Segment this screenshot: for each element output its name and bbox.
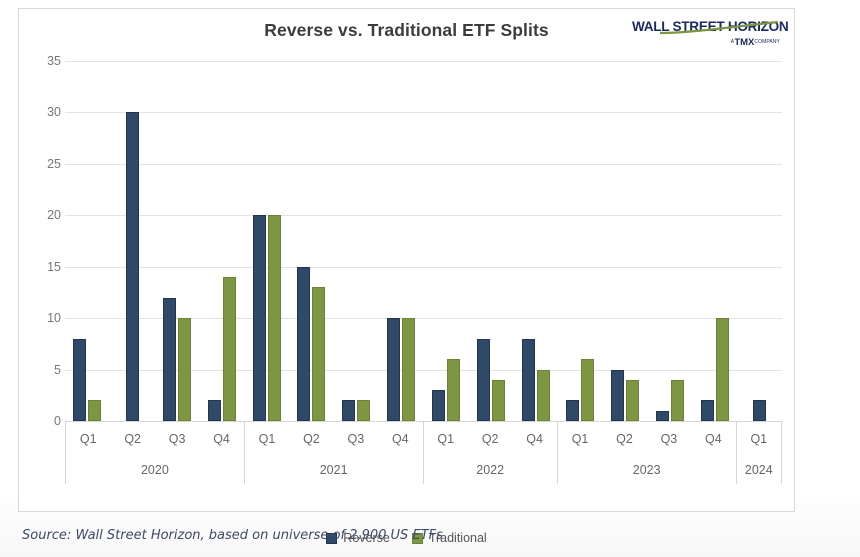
quarter-label: Q3 xyxy=(660,431,678,446)
bar-group xyxy=(110,61,155,421)
y-axis-tick-label: 25 xyxy=(47,156,61,171)
bar-reverse xyxy=(252,215,266,421)
quarter-label: Q1 xyxy=(258,431,276,446)
bar-traditional xyxy=(670,379,684,421)
y-axis-tick-label: 10 xyxy=(47,311,61,326)
bar-reverse xyxy=(342,400,356,421)
plot-wrapper: 0 5 10 15 20 25 30 35 Q1 Q2 Q3 Q4 2020 Q1 Q2 Q3 Q4 2021 Q… xyxy=(19,53,794,545)
quarter-label-row: Q1 xyxy=(737,422,781,455)
quarter-label: Q1 xyxy=(437,431,455,446)
quarter-label: Q1 xyxy=(79,431,97,446)
bar-traditional xyxy=(178,318,192,421)
year-label: 2023 xyxy=(632,462,661,477)
bar-reverse xyxy=(611,369,625,421)
y-axis-tick-label: 5 xyxy=(54,362,61,377)
year-group: Q1 2024 xyxy=(737,422,782,484)
bar-reverse xyxy=(521,338,535,421)
quarter-label-row: Q1 Q2 Q3 Q4 xyxy=(245,422,423,455)
year-label: 2020 xyxy=(140,462,169,477)
source-note: Source: Wall Street Horizon, based on un… xyxy=(22,528,443,543)
logo-tmx-suffix: COMPANY xyxy=(754,39,780,45)
bar-traditional xyxy=(222,277,236,421)
quarter-label-row: Q1 Q2 Q3 Q4 xyxy=(558,422,736,455)
bar-reverse xyxy=(297,266,311,421)
quarter-label: Q2 xyxy=(616,431,633,446)
quarter-label: Q2 xyxy=(303,431,320,446)
bar-reverse xyxy=(207,400,221,421)
quarter-label: Q4 xyxy=(526,431,543,446)
bar-reverse xyxy=(655,410,669,421)
quarter-label-row: Q1 Q2 Q4 xyxy=(424,422,557,455)
bar-group xyxy=(513,61,558,421)
logo-tmx-main: TMX xyxy=(734,37,755,48)
bar-reverse xyxy=(387,318,401,421)
y-axis-tick-label: 35 xyxy=(47,54,61,68)
quarter-label: Q2 xyxy=(124,431,141,446)
bar-traditional xyxy=(312,287,326,421)
quarter-label: Q1 xyxy=(571,431,589,446)
logo-tmx-tagline: ATMXCOMPANY xyxy=(731,37,780,48)
bar-group xyxy=(244,61,289,421)
plot-area xyxy=(65,61,782,422)
bar-traditional xyxy=(715,318,729,421)
bar-reverse xyxy=(753,400,767,421)
year-label: 2024 xyxy=(744,462,773,477)
quarter-label-row: Q1 Q2 Q3 Q4 xyxy=(66,422,244,455)
bar-group xyxy=(379,61,424,421)
quarter-label: Q3 xyxy=(168,431,186,446)
category-axis: Q1 Q2 Q3 Q4 2020 Q1 Q2 Q3 Q4 2021 Q1 Q2 Q4 2022 Q1 Q2 Q3… xyxy=(65,421,782,484)
bar-traditional xyxy=(536,369,550,421)
year-group: Q1 Q2 Q3 Q4 2023 xyxy=(558,422,737,484)
bar-reverse xyxy=(125,112,139,421)
bar-reverse xyxy=(73,338,87,421)
bar-group xyxy=(468,61,513,421)
bar-traditional xyxy=(402,318,416,421)
quarter-label: Q1 xyxy=(750,431,768,446)
year-group: Q1 Q2 Q4 2022 xyxy=(424,422,558,484)
bar-reverse xyxy=(476,338,490,421)
logo-swoosh-icon xyxy=(659,20,779,35)
quarter-label: Q2 xyxy=(481,431,499,446)
bar-group xyxy=(289,61,334,421)
year-label: 2021 xyxy=(319,462,348,477)
bar-group xyxy=(334,61,379,421)
bar-reverse xyxy=(163,297,177,421)
bar-traditional xyxy=(626,379,640,421)
year-group: Q1 Q2 Q3 Q4 2020 xyxy=(65,422,245,484)
y-axis: 0 5 10 15 20 25 30 35 xyxy=(27,54,61,428)
quarter-label: Q4 xyxy=(705,431,722,446)
y-axis-tick-label: 20 xyxy=(47,208,61,223)
y-axis-tick-label: 0 xyxy=(54,414,61,428)
bar-group xyxy=(424,61,469,421)
year-label: 2022 xyxy=(476,462,505,477)
bar-group xyxy=(603,61,648,421)
bars-layer xyxy=(65,61,782,421)
bar-group xyxy=(692,61,737,421)
y-axis-tick-label: 15 xyxy=(47,259,61,274)
bar-group xyxy=(648,61,693,421)
bar-group xyxy=(155,61,200,421)
bar-reverse xyxy=(566,400,580,421)
quarter-label: Q4 xyxy=(391,431,409,446)
bar-group xyxy=(65,61,110,421)
year-group: Q1 Q2 Q3 Q4 2021 xyxy=(245,422,424,484)
bar-traditional xyxy=(491,379,505,421)
bar-reverse xyxy=(700,400,714,421)
bar-traditional xyxy=(446,359,460,421)
y-axis-tick-label: 30 xyxy=(47,105,61,120)
chart-card: Reverse vs. Traditional ETF Splits WALL … xyxy=(18,8,795,545)
quarter-label: Q3 xyxy=(347,431,365,446)
quarter-label: Q4 xyxy=(213,431,230,446)
bar-traditional xyxy=(357,400,371,421)
bar-group xyxy=(737,61,782,421)
bar-traditional xyxy=(88,400,102,421)
bar-traditional xyxy=(581,359,595,421)
bar-traditional xyxy=(267,215,281,421)
bar-group xyxy=(558,61,603,421)
chart-header: Reverse vs. Traditional ETF Splits WALL … xyxy=(19,9,794,53)
bar-group xyxy=(199,61,244,421)
wall-street-horizon-logo: WALL STREET HORIZON ATMXCOMPANY xyxy=(632,13,789,53)
bar-reverse xyxy=(431,390,445,421)
